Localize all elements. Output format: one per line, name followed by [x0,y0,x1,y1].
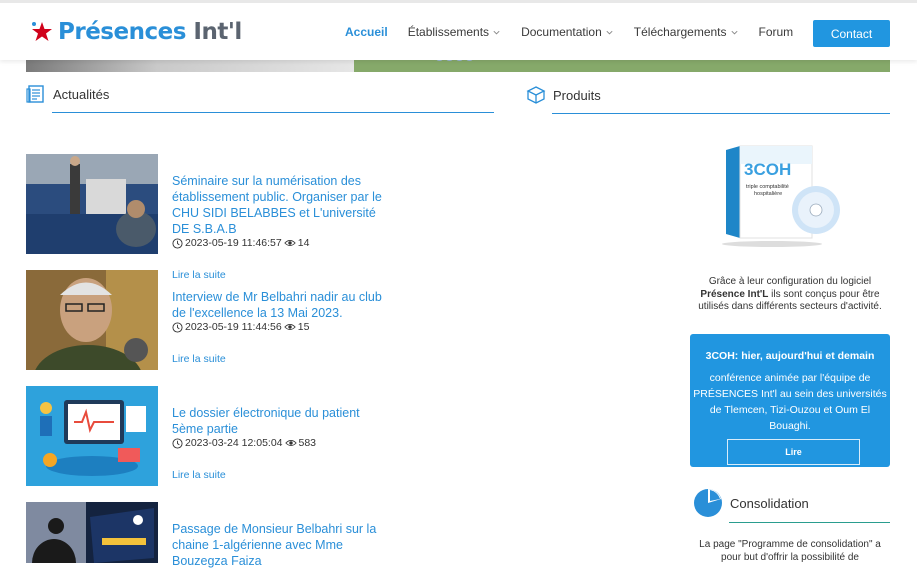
logo-star-icon [30,20,54,44]
banner-image-right [354,58,890,72]
main-nav: Accueil Établissements Documentation Tél… [345,25,813,39]
consolidation-header: Consolidation [692,487,809,519]
conference-card-text: conférence animée par l'équipe de PRÉSEN… [693,372,887,432]
consolidation-divider [729,522,890,523]
chevron-down-icon [493,30,500,34]
products-description: Grâce à leur configuration du logiciel P… [698,276,882,312]
conference-card-title: 3COH: hier, aujourd'hui et demain [705,350,875,362]
nav-documentation[interactable]: Documentation [521,25,614,39]
pie-chart-icon [694,489,722,517]
site-logo[interactable]: Présences Int'l [30,19,242,45]
news-title[interactable]: Séminaire sur la numérisation des établi… [172,173,392,237]
news-thumbnail[interactable] [26,386,158,486]
news-section-divider [52,112,494,113]
products-section-divider [552,113,890,114]
consolidation-text: La page "Programme de consolidation" a p… [699,539,881,563]
consolidation-title: Consolidation [730,495,809,511]
news-title[interactable]: Passage de Monsieur Belbahri sur la chai… [172,521,392,569]
top-navbar: Présences Int'l Accueil Établissements D… [0,0,917,60]
news-thumbnail[interactable] [26,502,158,563]
read-more-link[interactable]: Lire la suite [172,353,226,365]
news-item: Passage de Monsieur Belbahri sur la chai… [26,502,496,568]
box-icon [526,86,546,104]
nav-etablissements[interactable]: Établissements [408,25,501,39]
svg-text:triple comptabilité: triple comptabilité [746,184,789,190]
read-more-link[interactable]: Lire la suite [172,469,226,481]
news-title[interactable]: Le dossier électronique du patient 5ème … [172,405,392,437]
news-section-header: Actualités [26,84,109,104]
product-box-3coh-image[interactable]: 3COH triple comptabilité hospitalière [710,144,844,248]
eye-icon [284,440,297,446]
clock-icon [172,437,183,449]
chevron-down-icon [606,30,613,34]
nav-forum[interactable]: Forum [759,25,794,39]
nav-telechargements[interactable]: Téléchargements [634,25,739,39]
product-box-title: 3COH [744,160,791,179]
lire-button[interactable]: Lire [727,439,860,465]
products-section-header: Produits [526,85,601,105]
eye-icon [283,324,296,330]
contact-button[interactable]: Contact [813,20,890,47]
svg-text:hospitalière: hospitalière [754,191,782,197]
news-section-title: Actualités [53,86,110,102]
news-meta: 2023-03-24 12:05:04 583 [172,437,316,449]
news-title[interactable]: Interview de Mr Belbahri nadir au club d… [172,289,392,321]
logo-text: Présences Int'l [58,19,242,45]
chevron-down-icon [730,30,738,34]
newspaper-icon [26,85,44,103]
conference-card: 3COH: hier, aujourd'hui et demain confér… [690,334,890,467]
news-thumbnail[interactable] [26,154,158,254]
news-item: Interview de Mr Belbahri nadir au club d… [26,270,496,380]
news-item: Séminaire sur la numérisation des établi… [26,154,496,281]
hero-banner [26,58,890,72]
news-meta: 2023-05-19 11:44:56 15 [172,321,309,333]
news-thumbnail[interactable] [26,270,158,370]
products-section-title: Produits [553,87,601,103]
nav-accueil[interactable]: Accueil [345,25,388,39]
clock-icon [172,237,183,249]
banner-image-left [26,58,354,72]
news-item: Le dossier électronique du patient 5ème … [26,386,496,496]
clock-icon [172,321,183,333]
eye-icon [283,240,296,246]
news-meta: 2023-05-19 11:46:57 14 [172,237,309,249]
